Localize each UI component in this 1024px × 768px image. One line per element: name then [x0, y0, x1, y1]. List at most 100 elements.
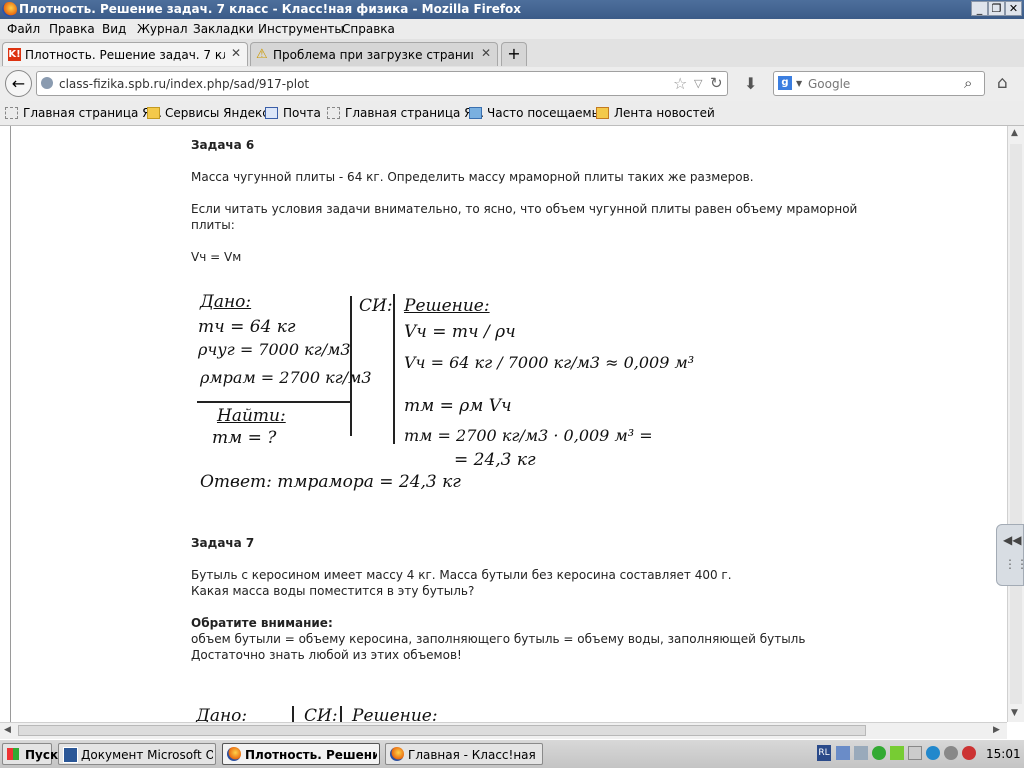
page-scroll-widget[interactable]: ◀◀ ⋮⋮: [996, 524, 1024, 586]
taskbar-label: Документ Microsoft Offi...: [81, 748, 213, 762]
back-button[interactable]: ←: [5, 70, 32, 97]
task7-line1: Бутыль с керосином имеет массу 4 кг. Мас…: [191, 568, 732, 582]
menu-help[interactable]: Справка: [342, 22, 395, 36]
window-title: Плотность. Решение задач. 7 класс - Клас…: [19, 2, 522, 16]
search-icon[interactable]: ⌕: [964, 74, 972, 92]
tray-icon[interactable]: [854, 746, 868, 760]
formula-mass: mм = ρм Vч: [404, 396, 512, 416]
scroll-thumb[interactable]: [18, 725, 866, 736]
volume-muted-icon[interactable]: [962, 746, 976, 760]
given-mass: mч = 64 кг: [198, 317, 296, 337]
handwritten-solution-image-partial: Дано: СИ: Решение:: [192, 700, 492, 722]
site-identity-icon[interactable]: [41, 77, 53, 89]
history-dropdown-icon[interactable]: ▽: [694, 77, 702, 90]
taskbar: Пуск Документ Microsoft Offi... Плотност…: [0, 739, 1024, 768]
url-text: class-fizika.spb.ru/index.php/sad/917-pl…: [59, 77, 310, 91]
address-bar[interactable]: class-fizika.spb.ru/index.php/sad/917-pl…: [36, 71, 728, 96]
task7-title: Задача 7: [191, 536, 255, 550]
clock[interactable]: 15:01: [986, 747, 1021, 761]
bookmark-star-icon[interactable]: ☆: [673, 74, 687, 93]
start-label: Пуск: [25, 748, 59, 762]
given-label: Дано:: [196, 706, 248, 722]
close-tab-icon[interactable]: ✕: [231, 46, 241, 60]
solution-label: Решение:: [352, 706, 438, 722]
tray-icon[interactable]: [944, 746, 958, 760]
bookmark-label: Почта: [283, 106, 321, 120]
close-tab-icon[interactable]: ✕: [481, 46, 491, 60]
bookmark-yandex-home-2[interactable]: Главная страница Я...: [327, 106, 484, 120]
tab-strip: K! Плотность. Решение задач. 7 класс - .…: [0, 39, 1024, 68]
scroll-back-icon[interactable]: ◀◀: [1003, 533, 1021, 547]
menu-bookmarks[interactable]: Закладки: [193, 22, 254, 36]
page-icon: [5, 107, 18, 119]
search-bar[interactable]: g ▼ Google ⌕: [773, 71, 985, 96]
new-tab-button[interactable]: +: [501, 42, 527, 66]
home-icon[interactable]: ⌂: [997, 73, 1008, 93]
smart-folder-icon: [469, 107, 482, 119]
bookmarks-toolbar: Главная страница Я... Сервисы Яндекса По…: [0, 101, 1024, 126]
scroll-right-icon[interactable]: ▶: [993, 725, 1000, 735]
bookmark-label: Главная страница Я...: [23, 106, 162, 120]
menu-tools[interactable]: Инструменты: [258, 22, 344, 36]
tab-load-problem[interactable]: ⚠ Проблема при загрузке страницы ✕: [250, 42, 498, 66]
grip-icon[interactable]: ⋮⋮: [1004, 557, 1024, 571]
minimize-button[interactable]: _: [971, 1, 988, 16]
start-button[interactable]: Пуск: [2, 743, 58, 765]
scroll-up-icon[interactable]: ▲: [1011, 128, 1018, 138]
taskbar-label: Главная - Класс!ная фи...: [408, 748, 540, 762]
tab-density-tasks[interactable]: K! Плотность. Решение задач. 7 класс - .…: [2, 42, 248, 66]
system-tray: [836, 744, 980, 764]
bookmark-yandex-services[interactable]: Сервисы Яндекса: [147, 106, 276, 120]
find-label: Найти:: [217, 406, 286, 426]
task6-title: Задача 6: [191, 138, 255, 152]
note-line2: Достаточно знать любой из этих объемов!: [191, 648, 462, 662]
info-icon[interactable]: [926, 746, 940, 760]
download-icon[interactable]: ⬇: [744, 74, 757, 93]
site-favicon-icon: K!: [8, 48, 21, 61]
si-label: СИ:: [304, 706, 338, 722]
taskbar-item-word[interactable]: Документ Microsoft Offi...: [58, 743, 216, 765]
tray-icon[interactable]: [908, 746, 922, 760]
formula-mass-calc: mм = 2700 кг/м3 · 0,009 м³ =: [404, 426, 653, 445]
page-border: [10, 126, 11, 722]
rss-folder-icon: [596, 107, 609, 119]
network-icon[interactable]: [836, 746, 850, 760]
taskbar-item-firefox-density[interactable]: Плотность. Решение ...: [222, 743, 380, 765]
firefox-icon: [2, 2, 17, 17]
bookmark-news-feed[interactable]: Лента новостей: [596, 106, 715, 120]
menu-file[interactable]: Файл: [7, 22, 40, 36]
scroll-down-icon[interactable]: ▼: [1011, 708, 1018, 718]
divider-line: [340, 706, 342, 722]
bookmark-yandex-home-1[interactable]: Главная страница Я...: [5, 106, 162, 120]
divider-line: [393, 294, 395, 444]
bookmark-label: Сервисы Яндекса: [165, 106, 277, 120]
tab-label: Проблема при загрузке страницы: [273, 48, 473, 62]
menu-view[interactable]: Вид: [102, 22, 126, 36]
task6-explanation-line1: Если читать условия задачи внимательно, …: [191, 202, 858, 216]
language-indicator[interactable]: RL: [817, 745, 831, 761]
bookmark-mail[interactable]: Почта: [265, 106, 321, 120]
menu-history[interactable]: Журнал: [137, 22, 188, 36]
bookmark-label: Часто посещаемые: [487, 106, 609, 120]
scroll-track[interactable]: [1010, 144, 1022, 704]
menu-edit[interactable]: Правка: [49, 22, 95, 36]
handwritten-solution-image: Дано: mч = 64 кг ρчуг = 7000 кг/м3 ρмрам…: [192, 286, 694, 506]
taskbar-item-firefox-main[interactable]: Главная - Класс!ная фи...: [385, 743, 543, 765]
reload-icon[interactable]: ↻: [710, 74, 723, 92]
engine-dropdown-icon[interactable]: ▼: [796, 79, 802, 88]
horizontal-scrollbar[interactable]: ◀ ▶: [0, 722, 1007, 739]
close-window-button[interactable]: ✕: [1005, 1, 1022, 16]
scroll-left-icon[interactable]: ◀: [4, 725, 11, 735]
given-label: Дано:: [200, 292, 252, 312]
window-titlebar: Плотность. Решение задач. 7 класс - Клас…: [0, 0, 1024, 19]
note-line1: объем бутыли = объему керосина, заполняю…: [191, 632, 806, 646]
google-engine-icon[interactable]: g: [778, 76, 792, 90]
antivirus-icon[interactable]: [872, 746, 886, 760]
restore-button[interactable]: ❐: [988, 1, 1005, 16]
vertical-scrollbar[interactable]: ▲ ▼: [1007, 126, 1024, 722]
note-title: Обратите внимание:: [191, 616, 333, 630]
page-icon: [327, 107, 340, 119]
bookmark-most-visited[interactable]: Часто посещаемые: [469, 106, 608, 120]
divider-line: [197, 401, 350, 403]
tray-icon[interactable]: [890, 746, 904, 760]
